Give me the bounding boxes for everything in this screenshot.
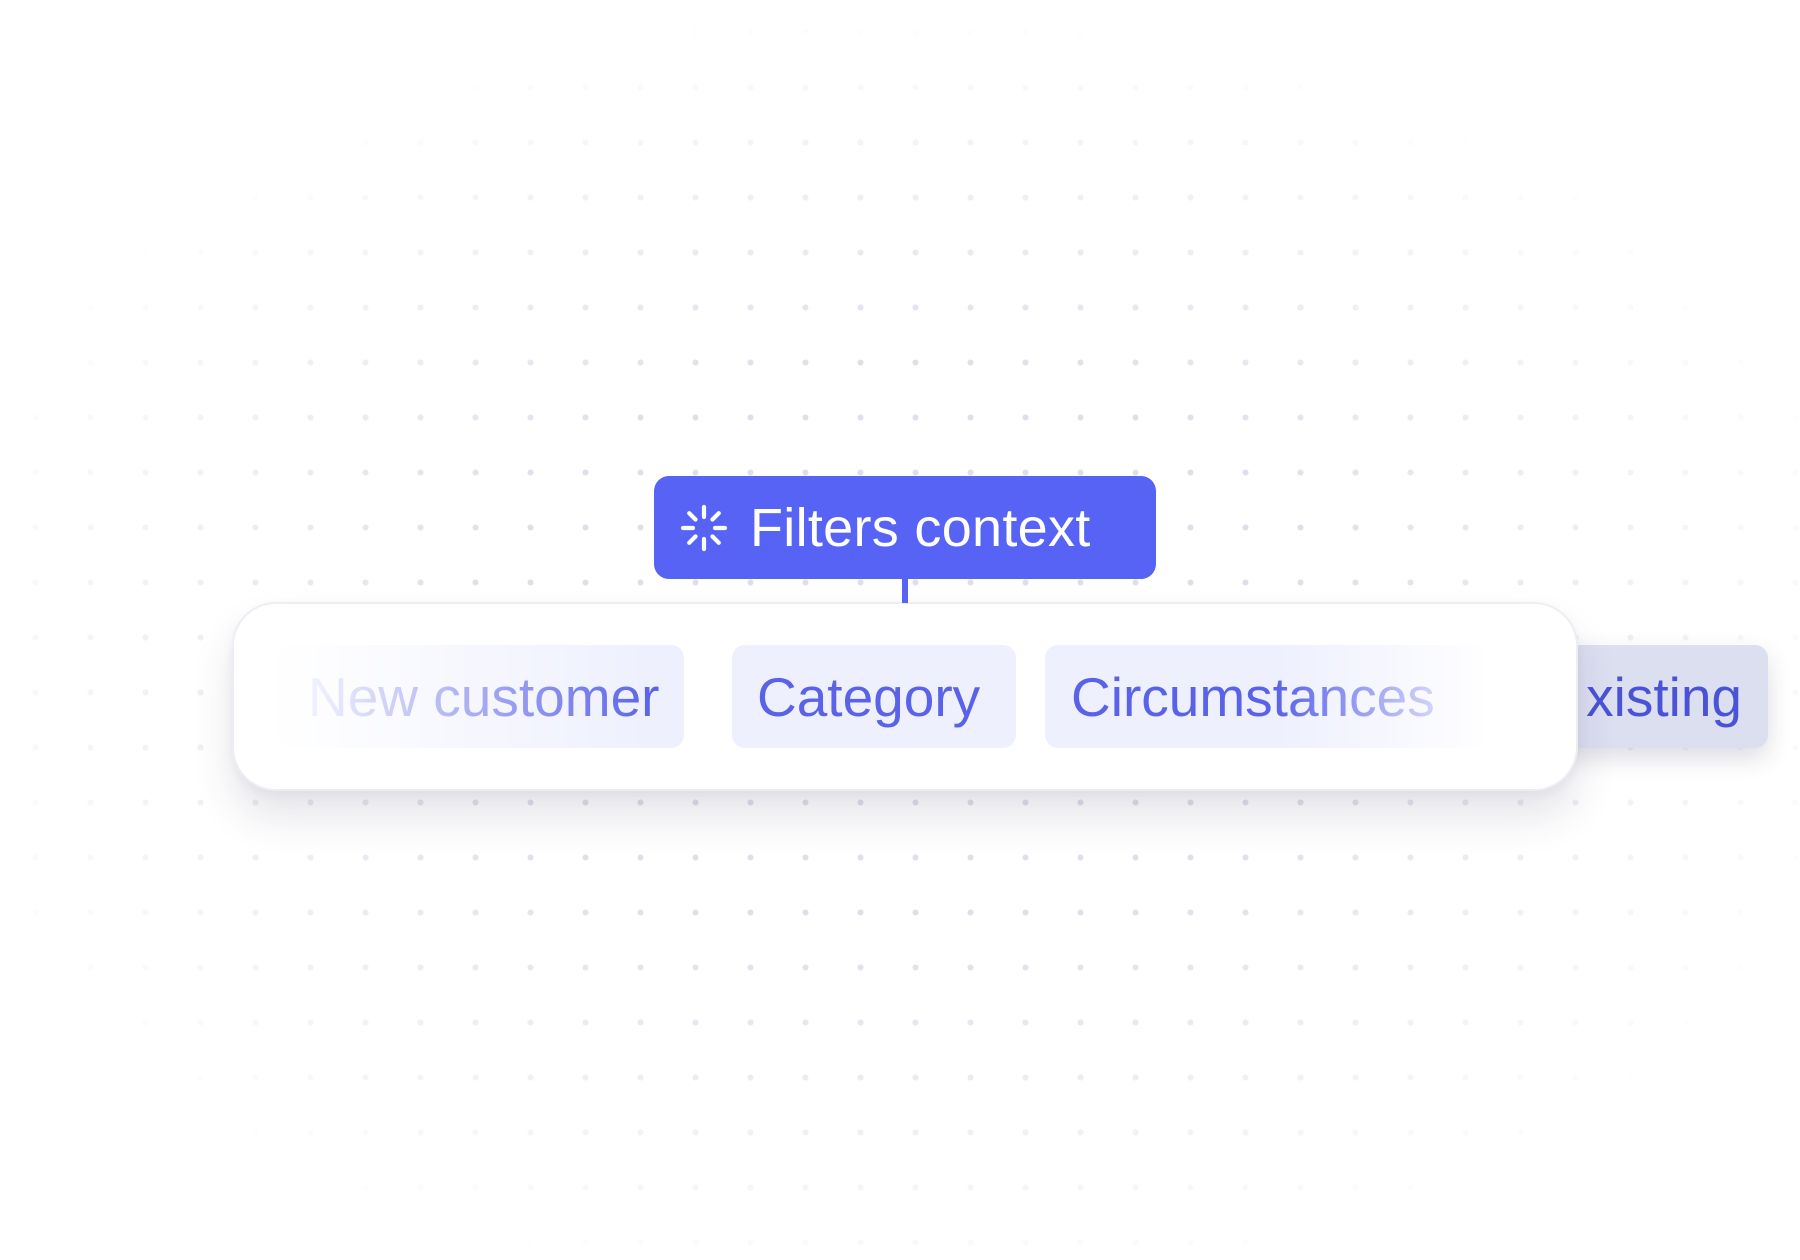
filter-chip-category[interactable]: Category [732, 645, 1016, 748]
filter-chip-new-customer-label: New customer [308, 665, 660, 728]
filter-chip-category-label: Category [757, 665, 981, 728]
filter-chip-carousel: New customer Category Circumstances [232, 602, 1578, 791]
loading-spinner-icon [680, 504, 728, 551]
filters-context-text: Filters context [750, 497, 1091, 558]
filter-chip-circumstances-label: Circumstances [1071, 665, 1435, 728]
filters-context-label: Filters context [654, 476, 1156, 579]
filter-chip-new-customer[interactable]: New customer [278, 645, 684, 748]
context-connector-line [902, 578, 908, 603]
filter-chip-circumstances[interactable]: Circumstances [1045, 645, 1485, 748]
filter-chip-existing[interactable]: xisting [1565, 645, 1768, 748]
filter-chip-existing-label: xisting [1586, 665, 1742, 728]
